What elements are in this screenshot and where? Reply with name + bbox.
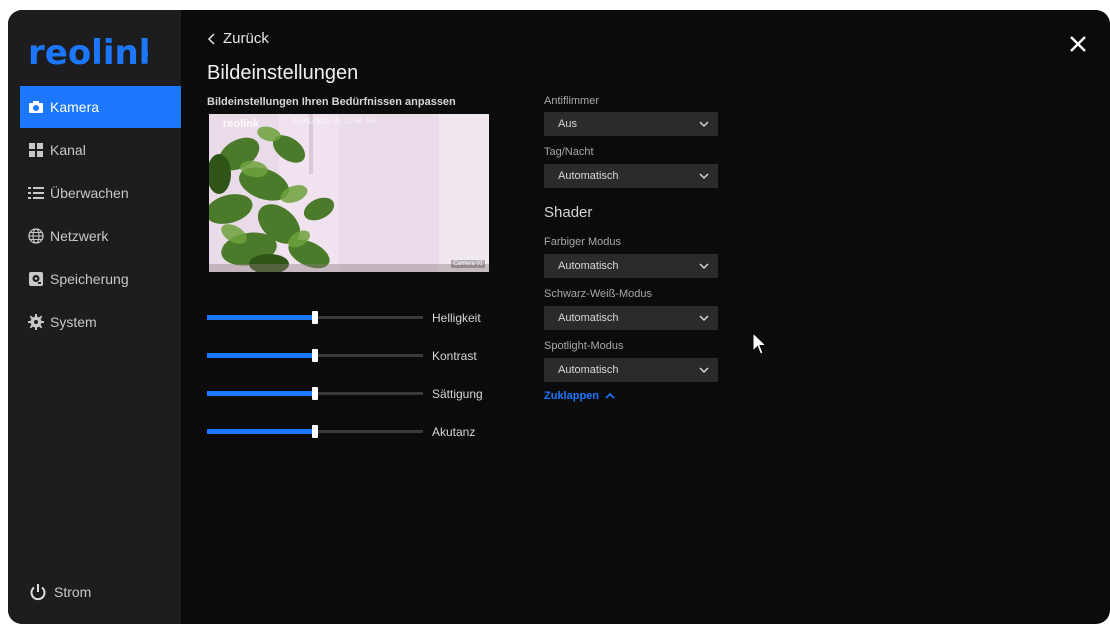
collapse-link[interactable]: Zuklappen xyxy=(544,390,616,402)
chevron-left-icon xyxy=(207,32,215,45)
collapse-label: Zuklappen xyxy=(544,390,600,402)
reolink-logo: reolink xyxy=(28,33,148,73)
sidebar-item-system[interactable]: System xyxy=(20,301,181,343)
select-value: Automatisch xyxy=(558,312,619,324)
slider-fill xyxy=(207,353,315,358)
spotlight-modus-label: Spotlight-Modus xyxy=(544,340,624,352)
chevron-down-icon xyxy=(699,315,709,322)
farbiger-modus-select[interactable]: Automatisch xyxy=(544,254,718,278)
antiflimmer-select[interactable]: Aus xyxy=(544,112,718,136)
select-value: Aus xyxy=(558,118,577,130)
power-button[interactable]: Strom xyxy=(28,582,91,602)
sidebar-item-label: Speicherung xyxy=(50,271,129,287)
sidebar-item-label: System xyxy=(50,314,97,330)
power-icon xyxy=(28,582,48,602)
slider-fill xyxy=(207,391,315,396)
shader-heading: Shader xyxy=(544,204,593,221)
back-label: Zurück xyxy=(223,30,269,47)
contrast-slider[interactable] xyxy=(207,346,423,366)
schwarz-weiss-modus-label: Schwarz-Weiß-Modus xyxy=(544,288,652,300)
close-icon[interactable] xyxy=(1068,34,1088,54)
sidebar-item-kanal[interactable]: Kanal xyxy=(20,129,181,171)
chevron-up-icon xyxy=(605,392,615,399)
preview-logo: reolink xyxy=(223,118,260,130)
page-title: Bildeinstellungen xyxy=(207,62,359,84)
slider-fill xyxy=(207,429,315,434)
sidebar-item-label: Überwachen xyxy=(50,185,129,201)
saturation-label: Sättigung xyxy=(432,387,483,401)
select-value: Automatisch xyxy=(558,170,619,182)
storage-icon xyxy=(28,271,44,287)
sidebar-item-kamera[interactable]: Kamera xyxy=(20,86,181,128)
sidebar-item-netzwerk[interactable]: Netzwerk xyxy=(20,215,181,257)
settings-window: reolink Kamera Kanal Überwachen Netzwerk xyxy=(8,10,1110,624)
select-value: Automatisch xyxy=(558,364,619,376)
brightness-slider[interactable] xyxy=(207,308,423,328)
preview-timestamp: 05/01/2022 10:13:46 TUE xyxy=(293,118,377,125)
list-icon xyxy=(28,185,44,201)
sharpness-label: Akutanz xyxy=(432,425,476,439)
farbiger-modus-label: Farbiger Modus xyxy=(544,236,622,248)
mouse-cursor-icon xyxy=(752,332,768,355)
sidebar-item-ueberwachen[interactable]: Überwachen xyxy=(20,172,181,214)
sidebar-item-label: Kamera xyxy=(50,99,100,115)
back-button[interactable]: Zurück xyxy=(207,30,269,47)
schwarz-weiss-modus-select[interactable]: Automatisch xyxy=(544,306,718,330)
gear-icon xyxy=(28,314,44,330)
saturation-slider[interactable] xyxy=(207,384,423,404)
grid-icon xyxy=(28,142,44,158)
chevron-down-icon xyxy=(699,263,709,270)
slider-thumb[interactable] xyxy=(312,425,318,438)
plant-image xyxy=(209,114,489,272)
select-value: Automatisch xyxy=(558,260,619,272)
slider-thumb[interactable] xyxy=(312,311,318,324)
sidebar-item-label: Netzwerk xyxy=(50,228,109,244)
sidebar: reolink Kamera Kanal Überwachen Netzwerk xyxy=(8,10,181,624)
chevron-down-icon xyxy=(699,173,709,180)
sidebar-item-label: Kanal xyxy=(50,142,86,158)
sharpness-slider[interactable] xyxy=(207,422,423,442)
sidebar-item-speicherung[interactable]: Speicherung xyxy=(20,258,181,300)
camera-preview: reolink 05/01/2022 10:13:46 TUE Camera 0… xyxy=(209,114,489,272)
antiflimmer-label: Antiflimmer xyxy=(544,95,600,107)
slider-fill xyxy=(207,315,315,320)
tag-nacht-select[interactable]: Automatisch xyxy=(544,164,718,188)
spotlight-modus-select[interactable]: Automatisch xyxy=(544,358,718,382)
contrast-label: Kontrast xyxy=(432,349,477,363)
globe-icon xyxy=(28,228,44,244)
camera-icon xyxy=(28,99,44,115)
slider-thumb[interactable] xyxy=(312,387,318,400)
slider-thumb[interactable] xyxy=(312,349,318,362)
chevron-down-icon xyxy=(699,367,709,374)
chevron-down-icon xyxy=(699,121,709,128)
power-label: Strom xyxy=(54,584,92,600)
svg-text:reolink: reolink xyxy=(28,33,148,73)
brightness-label: Helligkeit xyxy=(432,311,481,325)
preview-camera-name: Camera 01 xyxy=(451,260,485,268)
page-subtitle: Bildeinstellungen Ihren Bedürfnissen anp… xyxy=(207,96,456,108)
tag-nacht-label: Tag/Nacht xyxy=(544,146,594,158)
